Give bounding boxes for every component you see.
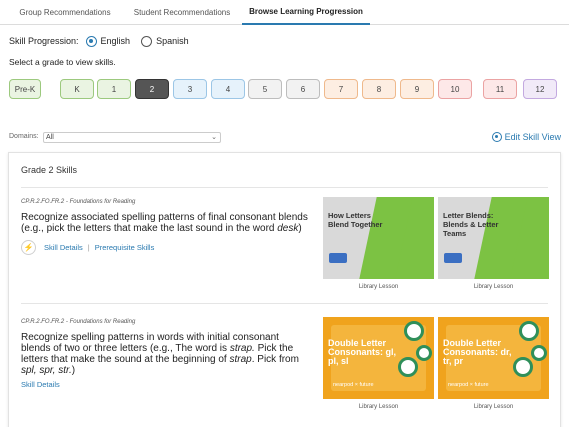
tab-student-recommendations[interactable]: Student Recommendations xyxy=(124,0,240,25)
edit-skill-view-link[interactable]: Edit Skill View xyxy=(491,132,561,142)
picture-circle-icon xyxy=(531,345,547,361)
skill-item: CP.R.2.FO.FR.2 - Foundations for Reading… xyxy=(21,197,551,290)
panel-title: Grade 2 Skills xyxy=(21,165,78,175)
brand-footer: nearpod × future xyxy=(448,382,489,388)
grade-button-11[interactable]: 11 xyxy=(483,79,517,99)
grade-button-prek[interactable]: Pre-K xyxy=(9,79,41,99)
tab-browse-learning-progression[interactable]: Browse Learning Progression xyxy=(242,0,370,25)
skill-progression-row: Skill Progression: English Spanish xyxy=(9,35,189,47)
grade-button-9[interactable]: 9 xyxy=(400,79,434,99)
skill-description: Recognize associated spelling patterns o… xyxy=(21,212,308,234)
skill-progression-label: Skill Progression: xyxy=(9,36,79,46)
grade-button-k[interactable]: K xyxy=(60,79,94,99)
radio-english-label: English xyxy=(100,36,131,46)
lesson-title: Double Letter Consonants: dr, tr, pr xyxy=(443,338,512,366)
domains-value: All xyxy=(46,134,54,141)
radio-unselected-icon[interactable] xyxy=(141,35,153,47)
prerequisite-skills-link[interactable]: Prerequisite Skills xyxy=(95,243,155,252)
grade-button-7[interactable]: 7 xyxy=(324,79,358,99)
lesson-caption: Library Lesson xyxy=(358,284,399,290)
lesson-caption: Library Lesson xyxy=(473,404,514,410)
lesson-thumbnail[interactable]: Double Letter Consonants: gl, pl, sl nea… xyxy=(323,317,434,399)
picture-circle-icon xyxy=(513,357,533,377)
grade-button-4[interactable]: 4 xyxy=(211,79,245,99)
edit-skill-view-label: Edit Skill View xyxy=(504,132,561,142)
grade-button-8[interactable]: 8 xyxy=(362,79,396,99)
grade-button-5[interactable]: 5 xyxy=(248,79,282,99)
lesson-caption: Library Lesson xyxy=(358,404,399,410)
skills-panel: Grade 2 Skills CP.R.2.FO.FR.2 - Foundati… xyxy=(8,152,561,427)
link-separator: | xyxy=(87,243,90,252)
divider xyxy=(21,303,548,304)
radio-english[interactable]: English xyxy=(85,35,131,47)
lesson-caption: Library Lesson xyxy=(473,284,514,290)
lesson-title: Letter Blends: Blends & Letter Teams xyxy=(443,211,499,238)
grade-button-2[interactable]: 2 xyxy=(135,79,169,99)
grade-prompt: Select a grade to view skills. xyxy=(9,57,116,67)
lesson-thumbnail[interactable]: Double Letter Consonants: dr, tr, pr nea… xyxy=(438,317,549,399)
green-pattern-graphic xyxy=(386,197,434,279)
lesson-thumbnail[interactable]: How Letters Blend Together xyxy=(323,197,434,279)
tab-bar: Group Recommendations Student Recommenda… xyxy=(0,0,569,25)
divider xyxy=(21,187,548,188)
picture-circle-icon xyxy=(416,345,432,361)
picture-circle-icon xyxy=(519,321,539,341)
grade-button-12[interactable]: 12 xyxy=(523,79,557,99)
lesson-thumbnail[interactable]: Letter Blends: Blends & Letter Teams xyxy=(438,197,549,279)
grade-button-3[interactable]: 3 xyxy=(173,79,207,99)
brand-logo xyxy=(444,253,462,263)
skill-description: Recognize spelling patterns in words wit… xyxy=(21,332,299,376)
tab-group-recommendations[interactable]: Group Recommendations xyxy=(8,0,122,25)
radio-spanish-label: Spanish xyxy=(156,36,189,46)
skill-details-link[interactable]: Skill Details xyxy=(21,380,60,389)
radio-selected-icon[interactable] xyxy=(85,35,97,47)
grade-button-6[interactable]: 6 xyxy=(286,79,320,99)
lightning-icon[interactable]: ⚡ xyxy=(21,240,36,255)
grade-button-1[interactable]: 1 xyxy=(97,79,131,99)
chevron-down-icon: ⌄ xyxy=(211,134,217,141)
green-pattern-graphic xyxy=(501,197,549,279)
domains-label: Domains: xyxy=(9,133,39,140)
skill-details-link[interactable]: Skill Details xyxy=(44,243,83,252)
picture-circle-icon xyxy=(404,321,424,341)
brand-logo xyxy=(329,253,347,263)
lesson-title: How Letters Blend Together xyxy=(328,211,383,229)
radio-spanish[interactable]: Spanish xyxy=(141,35,189,47)
domains-select[interactable]: All ⌄ xyxy=(43,132,221,143)
gear-icon xyxy=(491,132,502,142)
grade-button-10[interactable]: 10 xyxy=(438,79,472,99)
lesson-title: Double Letter Consonants: gl, pl, sl xyxy=(328,338,396,366)
picture-circle-icon xyxy=(398,357,418,377)
brand-footer: nearpod × future xyxy=(333,382,374,388)
skill-item: CP.R.2.FO.FR.2 - Foundations for Reading… xyxy=(21,317,551,410)
